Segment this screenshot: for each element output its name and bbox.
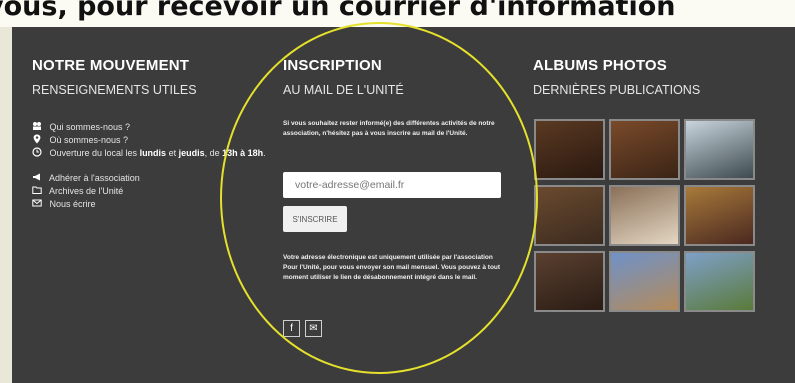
site-footer: NOTRE MOUVEMENT RENSEIGNEMENTS UTILES Qu… xyxy=(12,22,795,383)
subscribe-button[interactable]: S'INSCRIRE xyxy=(283,206,347,232)
newsletter-intro: Si vous souhaitez rester informé(e) des … xyxy=(283,120,495,137)
link-where-are-we[interactable]: Où sommes-nous ? xyxy=(32,134,272,146)
join-association-label: Adhérer à l'association xyxy=(49,173,140,183)
albums-title: ALBUMS PHOTOS xyxy=(533,57,667,74)
envelope-icon xyxy=(32,199,42,207)
album-photo[interactable] xyxy=(609,119,680,180)
facebook-link[interactable]: f xyxy=(283,320,300,337)
folder-icon xyxy=(32,186,42,194)
opening-hours: Ouverture du local les lundis et jeudis,… xyxy=(32,147,272,171)
email-icon: ✉ xyxy=(309,323,318,334)
album-photo[interactable] xyxy=(684,185,755,246)
page-banner-text: vous, pour recevoir un courrier d'inform… xyxy=(0,0,676,22)
clock-icon xyxy=(32,147,42,157)
map-pin-icon xyxy=(33,134,41,144)
megaphone-icon xyxy=(33,173,40,181)
privacy-notice: Votre adresse électronique est uniquemen… xyxy=(283,254,501,281)
link-who-are-we[interactable]: Qui sommes-nous ? xyxy=(32,121,272,133)
link-contact[interactable]: Nous écrire xyxy=(32,198,272,210)
link-join-association[interactable]: Adhérer à l'association xyxy=(32,172,272,184)
inscription-subtitle: AU MAIL DE L'UNITÉ xyxy=(283,83,404,97)
contact-label: Nous écrire xyxy=(49,199,96,209)
opening-hours-text: Ouverture du local les lundis et jeudis,… xyxy=(49,148,266,158)
movement-title: NOTRE MOUVEMENT xyxy=(32,57,190,74)
album-photo[interactable] xyxy=(684,119,755,180)
link-archives[interactable]: Archives de l'Unité xyxy=(32,185,272,197)
album-photo[interactable] xyxy=(609,251,680,312)
movement-subtitle: RENSEIGNEMENTS UTILES xyxy=(32,83,197,97)
album-photo[interactable] xyxy=(609,185,680,246)
album-photo[interactable] xyxy=(684,251,755,312)
where-are-we-label: Où sommes-nous ? xyxy=(49,135,129,145)
album-photo[interactable] xyxy=(534,251,605,312)
email-input[interactable] xyxy=(283,172,501,198)
who-are-we-label: Qui sommes-nous ? xyxy=(49,122,131,132)
useful-info-list: Qui sommes-nous ? Où sommes-nous ? Ouver… xyxy=(32,121,272,211)
album-photo[interactable] xyxy=(534,185,605,246)
archives-label: Archives de l'Unité xyxy=(49,186,124,196)
email-link[interactable]: ✉ xyxy=(305,320,322,337)
people-icon xyxy=(33,122,41,130)
album-photo[interactable] xyxy=(534,119,605,180)
left-margin xyxy=(0,27,12,383)
inscription-title: INSCRIPTION xyxy=(283,57,382,74)
albums-subtitle: DERNIÈRES PUBLICATIONS xyxy=(533,83,701,97)
facebook-icon: f xyxy=(290,323,293,334)
